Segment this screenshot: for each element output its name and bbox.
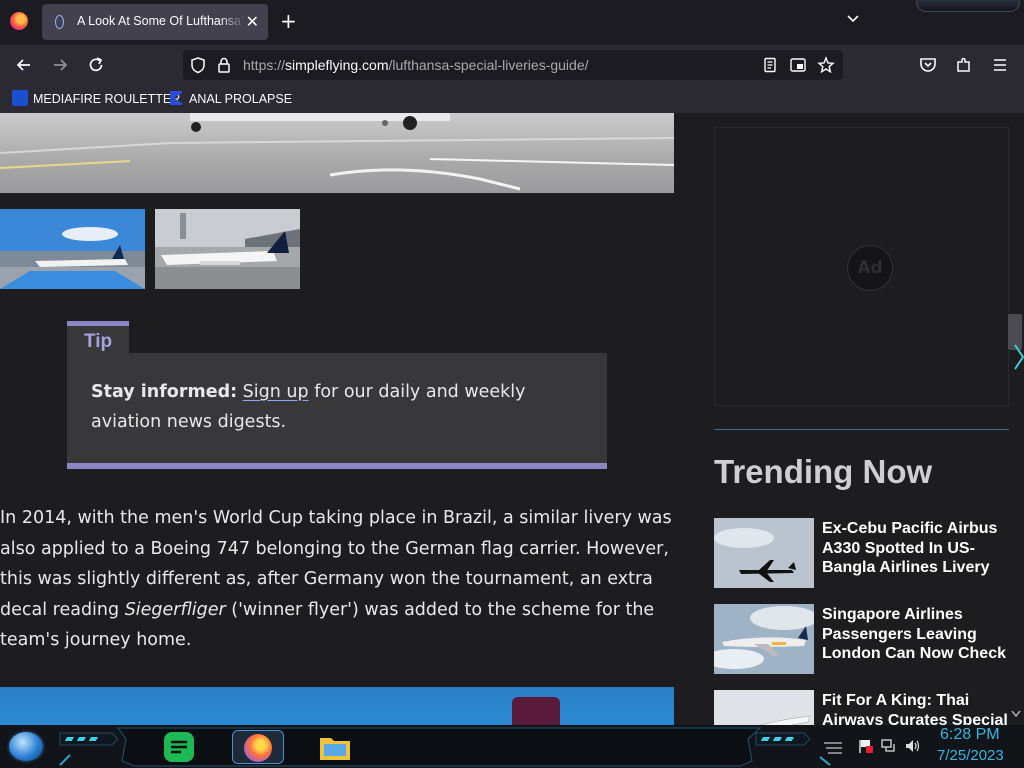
hamburger-menu-icon[interactable]: [990, 55, 1010, 75]
new-tab-button[interactable]: +: [280, 10, 297, 32]
firefox-icon: [244, 734, 272, 762]
page-content: Tip Stay informed: Sign up for our daily…: [0, 113, 1024, 725]
tip-label: Tip: [67, 321, 129, 354]
trending-heading: Trending Now: [714, 453, 933, 490]
trending-thumbnail[interactable]: [714, 518, 814, 588]
back-arrow-icon[interactable]: [14, 55, 34, 75]
clock-time[interactable]: 6:28 PM: [940, 726, 1000, 744]
taskbar: 6:28 PM 7/25/2023: [0, 725, 1024, 768]
trending-item[interactable]: Singapore Airlines Passengers Leaving Lo…: [714, 604, 1014, 676]
divider: [714, 429, 1009, 430]
firefox-view-icon[interactable]: [10, 12, 28, 30]
tip-text: Stay informed: Sign up for our daily and…: [91, 377, 591, 437]
article-image: [0, 687, 674, 725]
start-button[interactable]: [7, 730, 45, 763]
window-decoration: [916, 0, 1020, 12]
picture-in-picture-icon[interactable]: [789, 56, 807, 74]
clock-date[interactable]: 7/25/2023: [937, 747, 1004, 764]
scroll-down-arrow-icon[interactable]: [1011, 710, 1021, 718]
firefox-taskbar-button[interactable]: [232, 730, 284, 764]
article-hero-image: [0, 113, 674, 193]
sigma-favicon-icon: [170, 91, 182, 105]
show-desktop-icon[interactable]: [822, 739, 844, 755]
tip-lead: Stay informed:: [91, 382, 238, 402]
bookmark-mediafire-rouletter[interactable]: MEDIAFIRE ROULETTER: [12, 90, 180, 108]
gallery-thumbnail[interactable]: [155, 209, 300, 289]
trending-title[interactable]: Fit For A King: Thai Airways Curates Spe…: [822, 691, 1018, 725]
reload-icon[interactable]: [86, 55, 106, 75]
bookmark-anal-prolapse[interactable]: ANAL PROLAPSE: [168, 90, 292, 108]
tracking-shield-icon[interactable]: [189, 56, 207, 74]
bookmark-star-icon[interactable]: [817, 56, 835, 74]
close-tab-icon[interactable]: ✕: [246, 12, 259, 31]
pocket-icon[interactable]: [918, 55, 938, 75]
site-favicon-icon: [55, 15, 64, 29]
trending-thumbnail[interactable]: [714, 690, 814, 725]
emphasis-text: Siegerfliger: [124, 599, 226, 620]
navigation-toolbar: https://simpleflying.com/lufthansa-speci…: [0, 45, 1024, 85]
scroll-handle-icon[interactable]: [1014, 343, 1024, 371]
trending-title[interactable]: Singapore Airlines Passengers Leaving Lo…: [822, 605, 1018, 664]
bookmarks-toolbar: MEDIAFIRE ROULETTER ANAL PROLAPSE: [0, 85, 1024, 113]
signup-link[interactable]: Sign up: [243, 382, 309, 402]
lock-icon[interactable]: [215, 56, 233, 74]
action-center-flag-icon[interactable]: [857, 738, 873, 754]
address-bar[interactable]: https://simpleflying.com/lufthansa-speci…: [183, 50, 843, 80]
tab-active[interactable]: A Look At Some Of Lufthansa's Special Li…: [42, 4, 268, 40]
trending-thumbnail[interactable]: [714, 604, 814, 674]
tab-title: A Look At Some Of Lufthansa's Special Li…: [77, 14, 245, 28]
tip-callout: Stay informed: Sign up for our daily and…: [67, 353, 607, 469]
reader-view-icon[interactable]: [761, 56, 779, 74]
chevron-down-icon[interactable]: [846, 12, 860, 26]
notes-app-icon[interactable]: [162, 730, 196, 764]
gallery-thumbnail[interactable]: [0, 209, 145, 289]
trending-item[interactable]: Ex-Cebu Pacific Airbus A330 Spotted In U…: [714, 518, 1014, 590]
network-icon[interactable]: [880, 738, 898, 754]
tab-strip: A Look At Some Of Lufthansa's Special Li…: [0, 0, 1024, 45]
mediafire-favicon-icon: [12, 90, 28, 106]
article-paragraph: In 2014, with the men's World Cup taking…: [0, 508, 672, 650]
ad-badge: Ad: [847, 245, 893, 291]
extensions-puzzle-icon[interactable]: [954, 55, 974, 75]
trending-item[interactable]: Fit For A King: Thai Airways Curates Spe…: [714, 690, 1014, 725]
forward-arrow-icon[interactable]: [50, 55, 70, 75]
file-explorer-icon[interactable]: [318, 730, 352, 764]
ad-slot: Ad: [714, 127, 1009, 406]
trending-title[interactable]: Ex-Cebu Pacific Airbus A330 Spotted In U…: [822, 519, 1018, 578]
url-text[interactable]: https://simpleflying.com/lufthansa-speci…: [243, 57, 589, 73]
volume-icon[interactable]: [904, 738, 922, 754]
